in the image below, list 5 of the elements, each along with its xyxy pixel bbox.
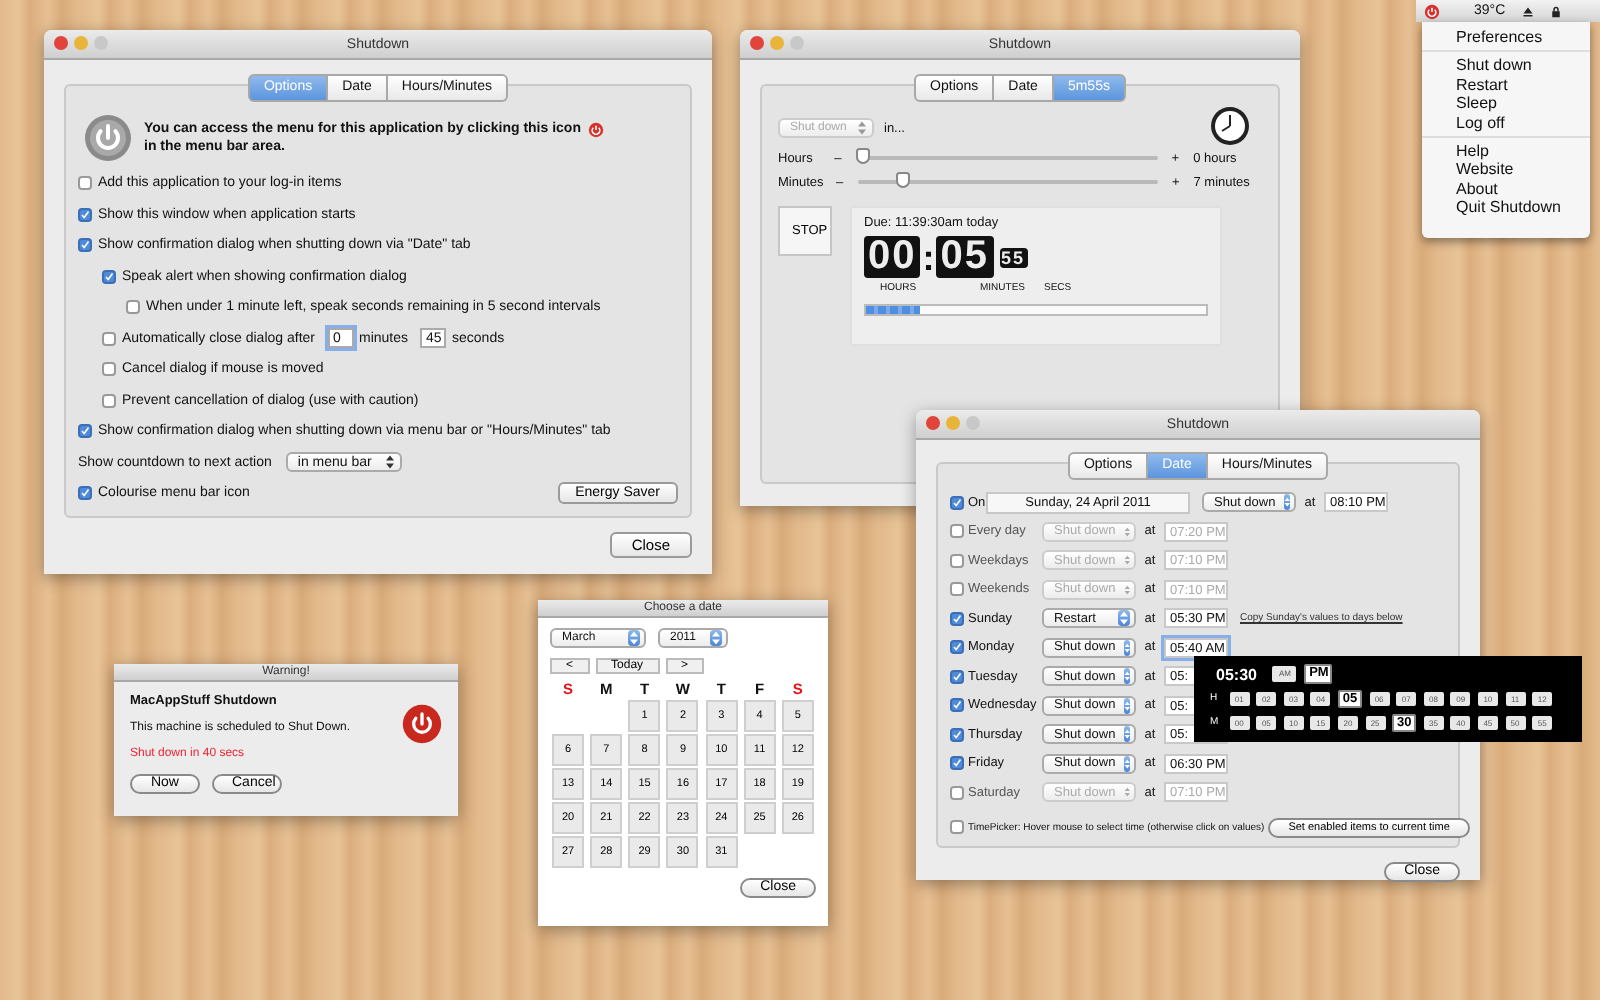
seconds-digits: 55 — [999, 247, 1028, 267]
hours-digits: 00 — [864, 236, 921, 278]
picked-time: 05:30 — [1216, 665, 1257, 683]
minutes-digits: 05 — [936, 236, 993, 278]
colon: : — [922, 239, 935, 275]
